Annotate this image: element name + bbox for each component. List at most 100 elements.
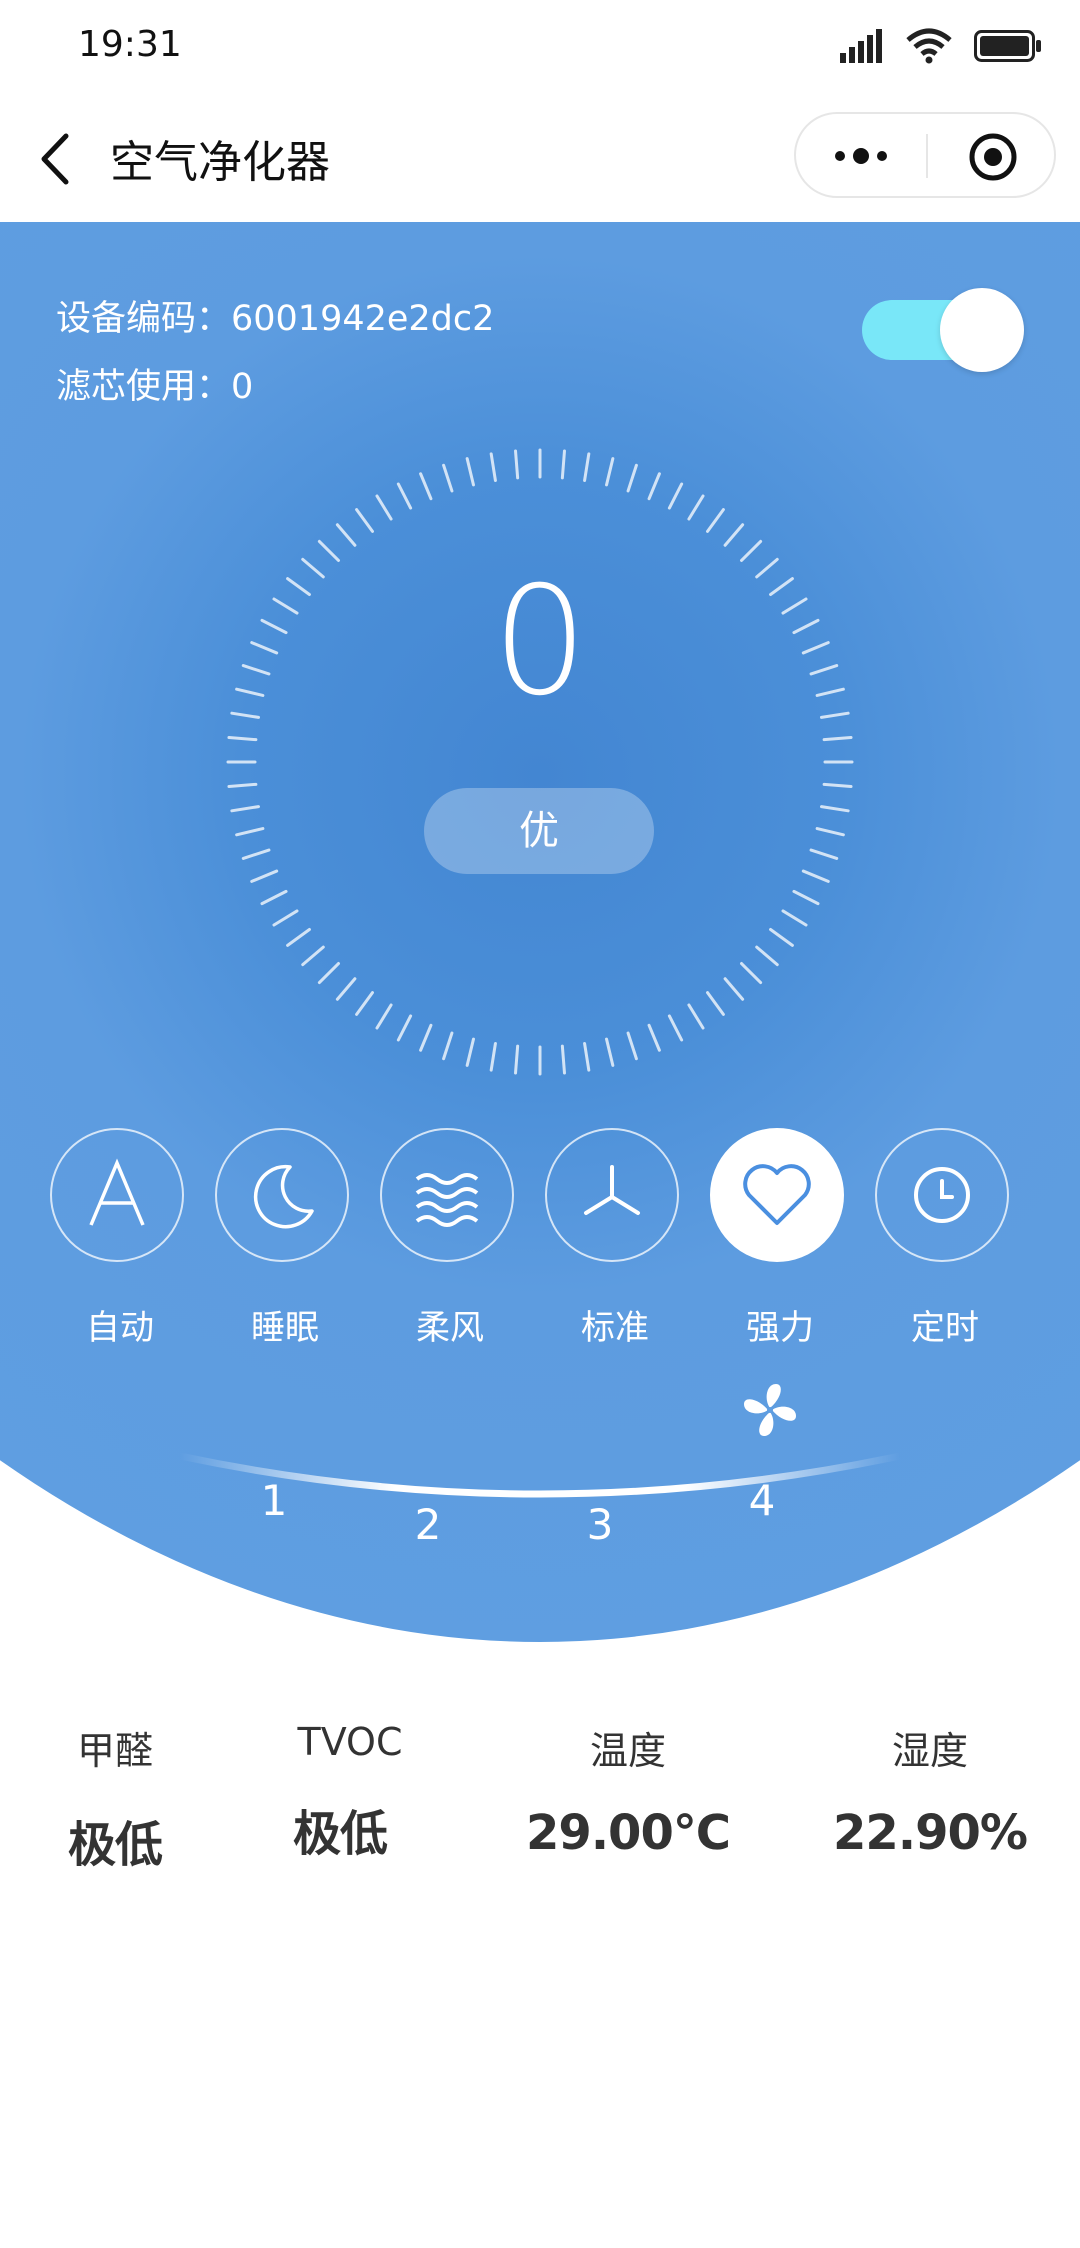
fan-speed-level-4[interactable]: 4 (732, 1476, 792, 1525)
sensor-name: TVOC (297, 1720, 403, 1764)
signal-icon (840, 29, 882, 63)
dial-tick (647, 472, 661, 501)
auto-icon (89, 1158, 145, 1226)
dial-tick (272, 909, 299, 927)
dial-tick (227, 736, 258, 742)
dial-tick (355, 991, 374, 1016)
dial-tick (583, 452, 591, 483)
dial-tick (822, 736, 853, 742)
dial-tick (419, 1023, 433, 1052)
mode-sleep-circle[interactable] (215, 1128, 349, 1262)
heart-icon (743, 1164, 811, 1225)
page-title: 空气净化器 (110, 137, 330, 188)
dial-tick (740, 962, 763, 985)
dial-tick (317, 962, 340, 985)
dial-tick (250, 869, 279, 883)
moon-icon (253, 1164, 314, 1229)
power-toggle[interactable] (862, 288, 1024, 372)
aqi-value: 0 (492, 555, 588, 729)
dial-tick (626, 463, 638, 493)
mode-timer[interactable]: 定时 (875, 1128, 1015, 1348)
sensor-value: 极低 (292, 1806, 388, 1862)
sensor-value: 极低 (67, 1817, 163, 1873)
dial-tick (723, 523, 745, 547)
dial-tick (442, 463, 454, 493)
dial-tick (335, 523, 357, 547)
wave-icon (415, 1173, 479, 1227)
sensor-value: 29.00℃ (526, 1805, 731, 1861)
dial-tick (301, 945, 325, 967)
fan-speed-level-3[interactable]: 3 (570, 1500, 630, 1549)
dial-tick (809, 848, 839, 860)
dial-tick (419, 472, 433, 501)
sensor-humidity: 湿度 22.90% (810, 1720, 1050, 1861)
dial-tick (396, 482, 413, 510)
sensor-temperature: 温度 29.00℃ (508, 1720, 748, 1861)
dial-tick (792, 889, 820, 906)
mode-timer-circle[interactable] (875, 1128, 1009, 1262)
mode-standard[interactable]: 标准 (545, 1128, 685, 1348)
mode-label: 自动 (86, 1308, 154, 1348)
sensor-formaldehyde: 甲醛 极低 (0, 1720, 240, 1875)
dial-tick (781, 909, 808, 927)
clock-icon (914, 1167, 970, 1223)
dial-tick (375, 1003, 393, 1030)
dial-tick (819, 805, 850, 813)
status-icons (840, 28, 1042, 64)
mode-standard-circle[interactable] (545, 1128, 679, 1262)
fan-blade-icon (584, 1165, 640, 1215)
more-icon[interactable] (830, 136, 892, 176)
dial-tick (235, 827, 265, 837)
dial-tick (286, 928, 311, 947)
dial-tick (687, 494, 705, 521)
mode-label: 强力 (746, 1308, 814, 1348)
dial-tick (687, 1003, 705, 1030)
filter-usage: 滤芯使用：0 (56, 367, 254, 407)
close-target-icon[interactable] (968, 132, 1018, 182)
toggle-knob (940, 288, 1024, 372)
dial-tick (230, 805, 261, 813)
wifi-icon (906, 28, 952, 64)
mode-sleep[interactable]: 睡眠 (215, 1128, 355, 1348)
dial-tick (815, 827, 845, 837)
mode-label: 柔风 (416, 1308, 484, 1348)
back-arrow-icon[interactable] (36, 132, 76, 186)
mode-gentle[interactable]: 柔风 (380, 1128, 520, 1348)
dial-tick (335, 977, 357, 1001)
dial-tick (706, 991, 725, 1016)
dial-tick (769, 928, 794, 947)
mode-auto[interactable]: 自动 (50, 1128, 190, 1348)
mode-strong-circle[interactable] (710, 1128, 844, 1262)
dial-tick (375, 494, 393, 521)
device-code: 设备编码：6001942e2dc2 (56, 299, 495, 339)
dial-tick (241, 848, 271, 860)
fan-speed-level-2[interactable]: 2 (398, 1500, 458, 1549)
fan-speed-indicator-icon (744, 1384, 796, 1436)
nav-bar: 空气净化器 (0, 96, 1080, 222)
mode-strong[interactable]: 强力 (710, 1128, 850, 1348)
mode-label: 定时 (911, 1308, 979, 1348)
sensor-tvoc: TVOC 极低 (230, 1720, 470, 1864)
dial-tick (706, 508, 725, 533)
dial-tick (560, 1044, 566, 1075)
battery-icon (974, 30, 1041, 62)
sensor-name: 温度 (589, 1729, 666, 1773)
sensor-value: 22.90% (833, 1805, 1028, 1861)
sensor-name: 湿度 (891, 1729, 968, 1773)
mode-gentle-circle[interactable] (380, 1128, 514, 1262)
dial-tick (626, 1031, 638, 1061)
sensor-name: 甲醛 (76, 1729, 153, 1773)
dial-tick (514, 449, 520, 480)
dial-tick (465, 457, 475, 487)
dial-tick (355, 508, 374, 533)
dial-tick (605, 457, 615, 487)
status-bar: 19:31 (0, 0, 1080, 96)
dial-tick (583, 1041, 591, 1072)
dial-tick (317, 539, 340, 562)
mode-auto-circle[interactable] (50, 1128, 184, 1262)
capsule-divider (926, 134, 928, 178)
dial-tick (465, 1037, 475, 1067)
dial-tick (667, 482, 684, 510)
aqi-level-badge: 优 (424, 788, 654, 874)
fan-speed-level-1[interactable]: 1 (244, 1476, 304, 1525)
